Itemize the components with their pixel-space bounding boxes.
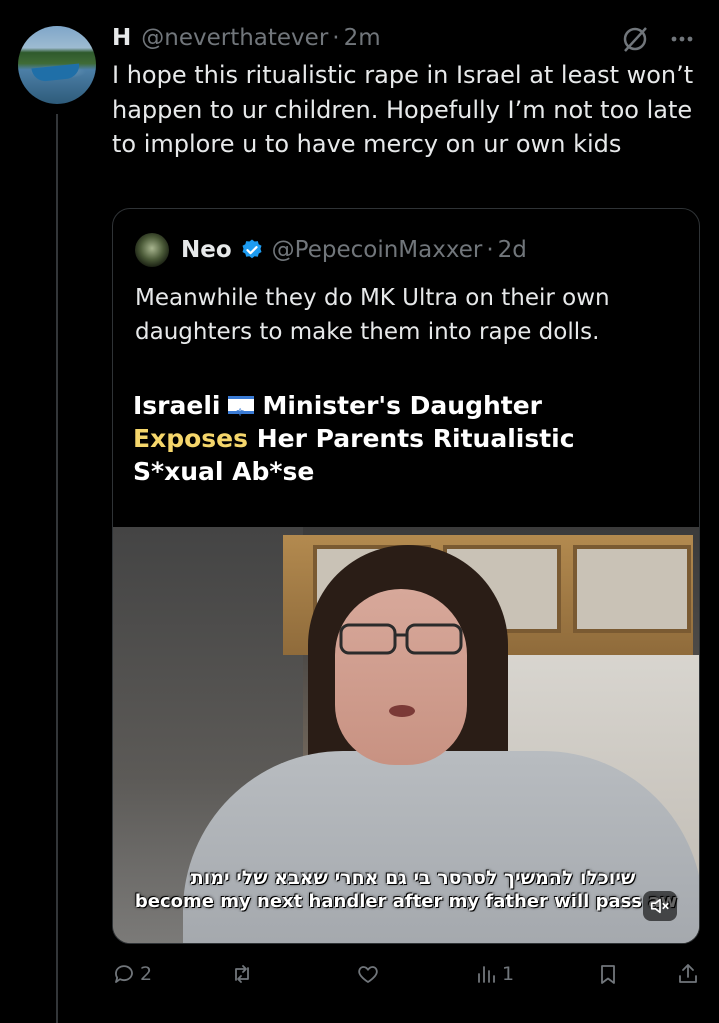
verified-badge-icon	[242, 239, 262, 259]
author-avatar[interactable]	[18, 26, 96, 104]
bookmark-button[interactable]	[596, 958, 620, 990]
author-name[interactable]: H	[112, 25, 131, 51]
grok-icon[interactable]	[620, 24, 650, 54]
person-mouth	[389, 705, 415, 717]
headline-line2-rest: Her Parents Ritualistic	[248, 424, 575, 453]
avatar-boat-shape	[31, 63, 81, 83]
quoted-tweet-time[interactable]: 2d	[498, 237, 527, 263]
mute-icon[interactable]	[643, 891, 677, 921]
bookmark-icon	[601, 965, 615, 984]
separator-dot: ·	[332, 25, 340, 51]
person-face	[335, 589, 467, 765]
cabinet-panel	[573, 545, 691, 633]
quoted-tweet-text: Meanwhile they do MK Ultra on their own …	[135, 285, 610, 345]
tweet-text: I hope this ritualistic rape in Israel a…	[112, 61, 694, 158]
person-hoodie	[183, 751, 699, 943]
quoted-author-handle[interactable]: @PepecoinMaxxer	[272, 237, 483, 263]
reply-icon	[115, 965, 133, 983]
views-button[interactable]: 1	[474, 958, 514, 990]
person-glasses	[339, 623, 463, 655]
reply-button[interactable]: 2	[112, 958, 152, 990]
views-icon	[478, 966, 495, 983]
action-bar: 2 1	[112, 958, 702, 990]
more-icon[interactable]	[664, 24, 700, 54]
author-handle[interactable]: @neverthatever	[141, 25, 328, 51]
tweet-time[interactable]: 2m	[344, 25, 381, 51]
headline-line3: S*xual Ab*se	[133, 457, 315, 486]
subtitle-english: become my next handler after my father w…	[134, 891, 678, 912]
headline-line1-b: Minister's Daughter	[262, 391, 543, 420]
repost-icon	[235, 965, 249, 983]
repost-button[interactable]	[230, 958, 258, 990]
quoted-author-avatar[interactable]	[135, 233, 169, 267]
video-headline: Israeli Minister's Daughter Exposes Her P…	[133, 389, 693, 488]
headline-line2-yellow: Exposes	[133, 424, 248, 453]
israel-flag-icon	[228, 396, 255, 429]
like-button[interactable]	[356, 958, 384, 990]
headline-line1-a: Israeli	[133, 391, 221, 420]
like-icon	[358, 966, 378, 983]
share-icon	[679, 964, 697, 983]
subtitle-hebrew: שיוכלו להמשיך לסרסר בי גם אחרי שאבא שלי …	[190, 867, 636, 889]
reply-count: 2	[140, 963, 153, 985]
quoted-tweet-header: Neo @PepecoinMaxxer · 2d	[181, 231, 527, 269]
quoted-video[interactable]: Israeli Minister's Daughter Exposes Her P…	[113, 361, 699, 943]
video-frame[interactable]: שיוכלו להמשיך לסרסר בי גם אחרי שאבא שלי …	[113, 527, 699, 943]
quoted-separator-dot: ·	[486, 237, 494, 263]
tweet-header: H @neverthatever · 2m	[112, 22, 381, 54]
quoted-tweet-card[interactable]: Neo @PepecoinMaxxer · 2d Meanwhile they …	[112, 208, 700, 944]
quoted-author-name[interactable]: Neo	[181, 237, 232, 263]
share-button[interactable]	[676, 958, 700, 990]
views-count: 1	[502, 963, 515, 985]
thread-line	[56, 114, 58, 1023]
